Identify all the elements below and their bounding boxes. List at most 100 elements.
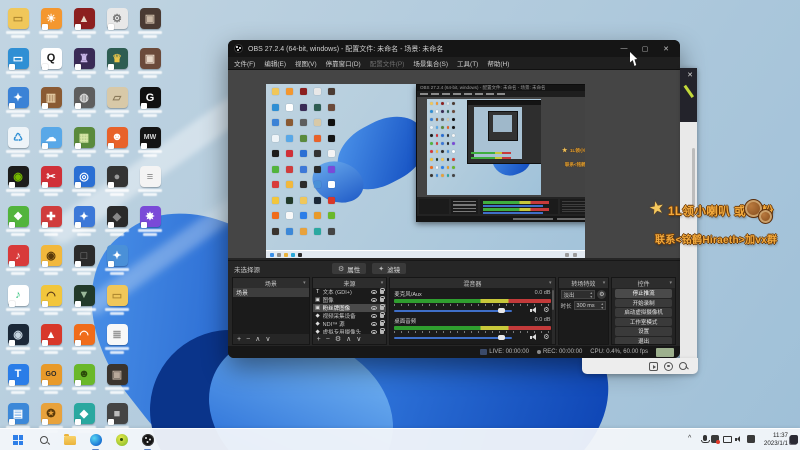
duration-spinner[interactable]: 300 ms ▴ ▾ [573, 301, 607, 310]
desktop-icon-misc-item[interactable]: ▱ [102, 87, 132, 117]
desktop-icon-photo-dark-2[interactable]: ▣ [102, 363, 132, 394]
desktop-icon-notepad-doc[interactable]: ≡ [135, 166, 165, 196]
sources-toolbar-button-3[interactable]: ∧ [346, 336, 351, 343]
volume-slider[interactable]: ⚙ [394, 334, 550, 341]
source-row[interactable]: ▣ 图像 [313, 295, 387, 304]
lock-icon[interactable] [379, 303, 385, 310]
control-button-2[interactable]: 启动虚拟摄像机 [615, 308, 672, 317]
minimize-button[interactable]: — [616, 42, 632, 55]
filters-button[interactable]: ✦ 滤镜 [372, 263, 407, 274]
search-button[interactable] [36, 432, 52, 448]
menu-item-5[interactable]: 场景集合(S) [413, 58, 448, 68]
control-button-5[interactable]: 退出 [615, 336, 672, 344]
lock-icon[interactable] [379, 288, 385, 294]
desktop-icon-folder-yellow-2[interactable]: ▭ [102, 284, 132, 315]
scenes-toolbar-button-1[interactable]: − [246, 336, 250, 343]
source-row[interactable]: T 文本 (GDI+) [313, 288, 387, 296]
mixer-scrollbar[interactable] [551, 288, 555, 344]
volume-slider[interactable]: ⚙ [394, 307, 550, 314]
menu-item-6[interactable]: 工具(T) [457, 58, 478, 68]
desktop-icon-photo-dark[interactable]: ▣ [135, 8, 165, 38]
target-icon[interactable] [664, 361, 673, 371]
control-button-1[interactable]: 开始录制 [615, 298, 672, 307]
pin-icon[interactable]: ▾ [381, 280, 384, 286]
desktop-icon-green-monster-app[interactable]: ☻ [69, 363, 99, 394]
menu-item-2[interactable]: 视图(V) [295, 58, 317, 68]
transition-select[interactable]: 淡出 ▴ ▾ [560, 290, 596, 299]
taskbar-clock[interactable]: 11:37 2023/1/1 [756, 432, 788, 448]
desktop-icon-farm-game[interactable]: ▦ [69, 126, 99, 157]
desktop-icon-qq[interactable]: Q [36, 47, 66, 78]
volume-tray-icon[interactable] [735, 435, 744, 444]
desktop-icon-blue-star-app[interactable]: ✦ [69, 205, 99, 236]
start-button[interactable] [10, 432, 26, 448]
control-button-4[interactable]: 设置 [615, 327, 672, 336]
desktop-icon-weather-app[interactable]: ☁ [36, 126, 66, 157]
desktop-icon-purple-burst-app[interactable]: ✸ [135, 205, 165, 236]
obs-preview-canvas[interactable]: OBS 27.2.4 (64-bit, windows) - 配置文件: 未命名… [228, 70, 680, 258]
desktop-icon-nvidia[interactable]: ◉ [3, 166, 33, 196]
microphone-tray-icon[interactable] [700, 435, 710, 444]
desktop-icon-wechat[interactable]: ❖ [3, 205, 33, 236]
video-popup-icon[interactable] [649, 361, 658, 371]
menu-item-1[interactable]: 编辑(E) [264, 58, 286, 68]
menu-item-0[interactable]: 文件(F) [234, 58, 255, 68]
display-tray-icon[interactable] [723, 435, 732, 444]
desktop-icon-photo-person[interactable]: ▣ [135, 47, 165, 78]
desktop-icon-sunflower-remote[interactable]: ☀ [36, 8, 66, 38]
scenes-toolbar-button-2[interactable]: ∧ [255, 336, 260, 343]
visibility-eye-icon[interactable] [370, 322, 377, 326]
sources-toolbar-button-4[interactable]: ∨ [356, 336, 361, 343]
visibility-eye-icon[interactable] [370, 330, 377, 334]
source-row[interactable]: ◆ 视频采集设备 [313, 311, 387, 320]
desktop-icon-apex-legends[interactable]: ▲ [36, 324, 66, 354]
desktop-icon-steam[interactable]: ◉ [3, 324, 33, 354]
transition-gear-button[interactable]: ⚙ [597, 290, 607, 299]
desktop-icon-tencent-meeting[interactable]: T [3, 363, 33, 394]
desktop-icon-red-plus-app[interactable]: ✚ [36, 205, 66, 236]
pin-icon[interactable]: ▾ [603, 280, 606, 286]
sources-toolbar-button-0[interactable]: + [317, 336, 321, 343]
visibility-eye-icon[interactable] [370, 298, 377, 302]
menu-item-4[interactable]: 配置文件(P) [370, 58, 405, 68]
speaker-icon[interactable] [529, 307, 539, 314]
obs-taskbar-button[interactable] [140, 432, 156, 448]
desktop-icon-blue-circle-app[interactable]: ◎ [69, 166, 99, 196]
desktop-icon-maoer-fm[interactable]: ◠ [36, 284, 66, 315]
lock-icon[interactable] [379, 319, 385, 326]
pin-icon[interactable]: ▾ [303, 280, 306, 286]
desktop-icon-feishu-folder[interactable]: ✦ [3, 87, 33, 117]
menu-item-7[interactable]: 帮助(H) [487, 58, 509, 68]
desktop-icon-text-doc[interactable]: ≣ [102, 324, 132, 354]
desktop-icon-pubg[interactable]: ◍ [69, 87, 99, 117]
green-app-button[interactable] [114, 432, 130, 448]
obs-titlebar[interactable]: OBS 27.2.4 (64-bit, windows) - 配置文件: 未命名… [228, 40, 680, 57]
maximize-button[interactable]: ▢ [637, 42, 653, 55]
ime-tray-icon[interactable] [747, 435, 755, 443]
source-row[interactable]: ◆ NDI™ 源 [313, 319, 387, 328]
tray-widget-icon[interactable] [790, 435, 798, 444]
desktop-icon-clan-crest-game[interactable]: ♛ [102, 47, 132, 78]
sources-toolbar-button-2[interactable]: ⚙ [335, 336, 341, 343]
scene-row[interactable]: 场景 [233, 288, 309, 297]
lock-icon[interactable] [379, 311, 385, 318]
desktop-icon-recycle-bin[interactable]: ♺ [3, 126, 33, 157]
properties-button[interactable]: ⚙ 属性 [332, 263, 367, 274]
desktop-icon-qq-music[interactable]: ♪ [3, 284, 33, 315]
visibility-eye-icon[interactable] [370, 314, 377, 318]
desktop-icon-mw-game[interactable]: MW [135, 126, 165, 157]
source-row[interactable]: ◆ 虚拟专用摄像头 [313, 327, 387, 334]
desktop-icon-jianying[interactable]: ✂ [36, 166, 66, 196]
desktop-icon-dark-app[interactable]: ● [102, 166, 132, 196]
recording-tray-icon[interactable] [711, 435, 720, 444]
desktop-icon-douyu[interactable]: ◠ [69, 324, 99, 354]
desktop-icon-display-app[interactable]: ▭ [3, 47, 33, 78]
desktop-icon-battlefield-game[interactable]: ▼ [69, 284, 99, 315]
scrollbar-thumb[interactable] [691, 148, 695, 206]
gear-icon[interactable]: ⚙ [543, 307, 549, 314]
control-button-0[interactable]: 停止推流 [615, 289, 672, 298]
desktop-icon-utility-tools[interactable]: ⚙ [102, 8, 132, 38]
edge-browser-button[interactable] [88, 432, 104, 448]
sources-toolbar-button-1[interactable]: − [326, 336, 330, 343]
control-button-3[interactable]: 工作室模式 [615, 317, 672, 326]
